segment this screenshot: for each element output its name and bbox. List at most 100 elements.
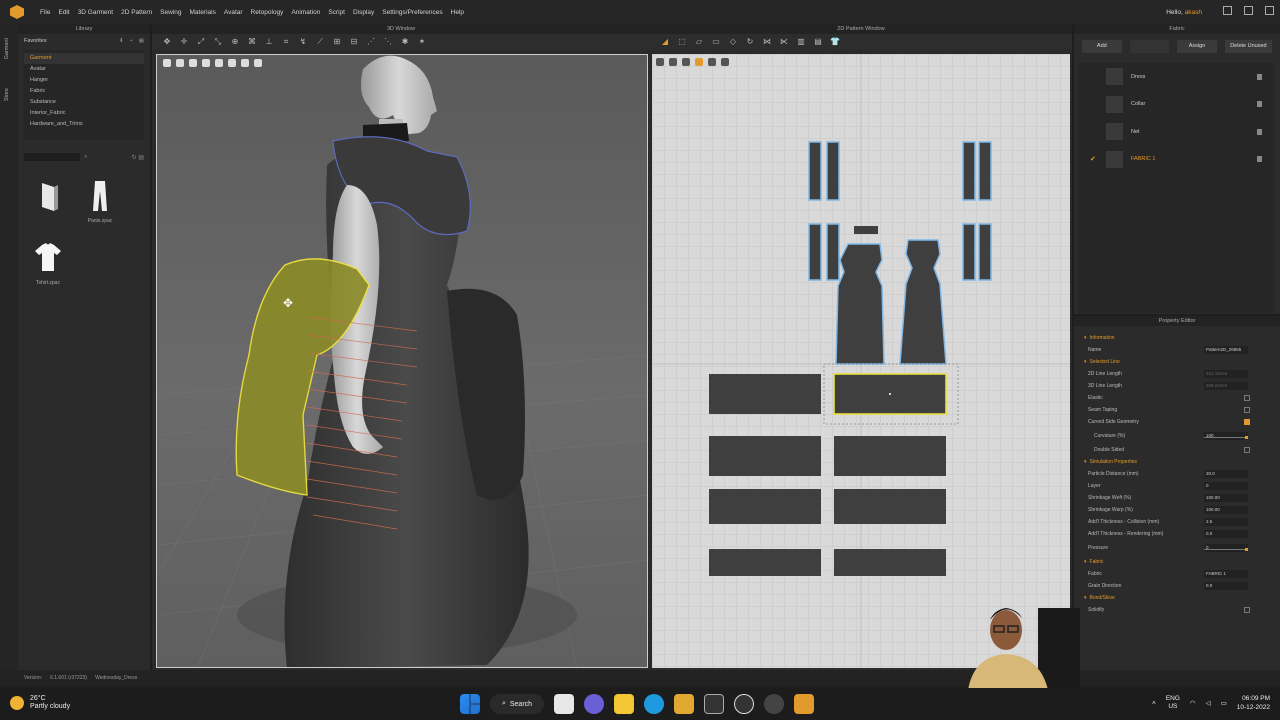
- fabric-item[interactable]: Net: [1078, 118, 1274, 146]
- menu-item-display[interactable]: Display: [353, 9, 374, 16]
- view-grid-icon[interactable]: [656, 58, 664, 66]
- fold-icon[interactable]: ⌘: [247, 37, 257, 47]
- weather-widget[interactable]: 26°C Partly cloudy: [10, 695, 70, 711]
- mesh-toggle-icon[interactable]: [202, 59, 210, 67]
- app-icon[interactable]: [734, 694, 754, 714]
- property-section[interactable]: Fabric: [1074, 556, 1280, 568]
- garment-toggle-icon[interactable]: [176, 59, 184, 67]
- pattern-panel[interactable]: [709, 436, 821, 476]
- fabric-item[interactable]: Collar: [1078, 91, 1274, 119]
- clo-taskbar-icon[interactable]: [794, 694, 814, 714]
- free-sewing-icon[interactable]: ⋉: [779, 37, 789, 47]
- library-search-input[interactable]: [24, 153, 80, 161]
- property-section[interactable]: Bond/Skive: [1074, 592, 1280, 604]
- property-value-field[interactable]: 341.15mm: [1204, 370, 1248, 378]
- assign-fabric-button[interactable]: Assign: [1177, 40, 1217, 53]
- pattern-strap[interactable]: [978, 223, 992, 281]
- property-checkbox[interactable]: [1244, 419, 1250, 425]
- property-slider[interactable]: [1204, 548, 1248, 551]
- maximize-icon[interactable]: [1244, 6, 1253, 15]
- task-view-icon[interactable]: [554, 694, 574, 714]
- topstitch-icon[interactable]: ⋰: [366, 37, 376, 47]
- lock-icon[interactable]: [1257, 128, 1262, 135]
- transform-pattern-icon[interactable]: ◢: [660, 37, 670, 47]
- 2d-viewport[interactable]: [652, 54, 1070, 668]
- dart-icon[interactable]: ◇: [728, 37, 738, 47]
- add-icon[interactable]: +: [130, 38, 133, 44]
- pattern-panel[interactable]: [709, 374, 821, 414]
- user-greeting[interactable]: Hello, akash: [1166, 9, 1202, 16]
- volume-icon[interactable]: ◁: [1206, 699, 1211, 707]
- pleat-icon[interactable]: ▥: [796, 37, 806, 47]
- arrange-icon[interactable]: ⊞: [332, 37, 342, 47]
- texture-toggle-icon[interactable]: [189, 59, 197, 67]
- puckering-icon[interactable]: ⋱: [383, 37, 393, 47]
- menu-item-help[interactable]: Help: [451, 9, 464, 16]
- menu-item-settings-preferences[interactable]: Settings/Preferences: [382, 9, 442, 16]
- delete-unused-button[interactable]: Delete Unused: [1224, 40, 1272, 53]
- favorite-item[interactable]: Garment: [24, 53, 144, 64]
- property-value-field[interactable]: 0: [1204, 482, 1248, 490]
- view-mode-icon[interactable]: ↻ ▤: [132, 154, 144, 161]
- pattern-strap[interactable]: [826, 223, 840, 281]
- view-mesh-icon[interactable]: [721, 58, 729, 66]
- select-icon[interactable]: ✥: [162, 37, 172, 47]
- pattern-strap[interactable]: [962, 223, 976, 281]
- polygon-icon[interactable]: ▱: [694, 37, 704, 47]
- property-value-field[interactable]: 2.5: [1204, 518, 1248, 526]
- property-checkbox[interactable]: [1244, 395, 1250, 401]
- windows-start-icon[interactable]: [460, 694, 480, 714]
- menu-item-sewing[interactable]: Sewing: [160, 9, 181, 16]
- property-section[interactable]: Information: [1074, 332, 1280, 344]
- transform-icon[interactable]: ⤢: [196, 37, 206, 47]
- property-checkbox[interactable]: [1244, 447, 1250, 453]
- fabric-item[interactable]: Dress: [1078, 63, 1274, 91]
- tab-garment[interactable]: Garment: [4, 38, 10, 59]
- store-icon[interactable]: [704, 694, 724, 714]
- avatar-toggle-icon[interactable]: [163, 59, 171, 67]
- menu-item-edit[interactable]: Edit: [58, 9, 69, 16]
- sticky-notes-icon[interactable]: [614, 694, 634, 714]
- property-value-field[interactable]: FABRIC 1: [1204, 570, 1248, 578]
- tack-icon[interactable]: ⊥: [264, 37, 274, 47]
- property-section[interactable]: Simulation Properties: [1074, 456, 1280, 468]
- wifi-icon[interactable]: ◠: [1190, 699, 1196, 707]
- favorite-item[interactable]: Interior_Fabric: [24, 108, 144, 119]
- download-icon[interactable]: ⬇: [119, 38, 124, 44]
- property-value-field[interactable]: Pattern2D_26865: [1204, 346, 1248, 354]
- grid-icon[interactable]: ▦: [139, 38, 144, 44]
- lock-icon[interactable]: [1257, 73, 1262, 80]
- library-file-item[interactable]: [28, 179, 68, 218]
- menu-item-animation[interactable]: Animation: [291, 9, 320, 16]
- property-value-field[interactable]: 0.0: [1204, 582, 1248, 590]
- fabric-item[interactable]: ✔ FABRIC 1: [1078, 146, 1274, 174]
- avatar-pose-icon[interactable]: ✶: [417, 37, 427, 47]
- view-notch-icon[interactable]: [669, 58, 677, 66]
- media-app-icon[interactable]: [764, 694, 784, 714]
- favorite-item[interactable]: Substance: [24, 97, 144, 108]
- render-toggle-icon[interactable]: [241, 59, 249, 67]
- property-section[interactable]: Selected Line: [1074, 356, 1280, 368]
- property-slider[interactable]: [1204, 436, 1248, 439]
- view-texture-icon[interactable]: [695, 58, 703, 66]
- language-code[interactable]: ENG: [1166, 695, 1180, 703]
- menu-item-script[interactable]: Script: [328, 9, 345, 16]
- pattern-panel[interactable]: [834, 549, 946, 576]
- segment-sewing-icon[interactable]: ⋈: [762, 37, 772, 47]
- close-icon[interactable]: [1265, 6, 1274, 15]
- add-fabric-button[interactable]: Add: [1082, 40, 1122, 53]
- file-explorer-icon[interactable]: [674, 694, 694, 714]
- chevron-up-icon[interactable]: ˄: [1152, 700, 1156, 707]
- pattern-panel[interactable]: [834, 489, 946, 524]
- light-toggle-icon[interactable]: [228, 59, 236, 67]
- pattern-collar[interactable]: [854, 226, 878, 234]
- minimize-icon[interactable]: [1223, 6, 1232, 15]
- battery-icon[interactable]: ▭: [1221, 699, 1227, 707]
- favorite-item[interactable]: Hanger: [24, 75, 144, 86]
- menu-item-materials[interactable]: Materials: [190, 9, 216, 16]
- menu-item-file[interactable]: File: [40, 9, 50, 16]
- property-value-field[interactable]: 269.22mm: [1204, 382, 1248, 390]
- pattern-bodice-back[interactable]: [899, 239, 947, 365]
- search-icon[interactable]: ⌕: [84, 154, 87, 161]
- camera-toggle-icon[interactable]: [254, 59, 262, 67]
